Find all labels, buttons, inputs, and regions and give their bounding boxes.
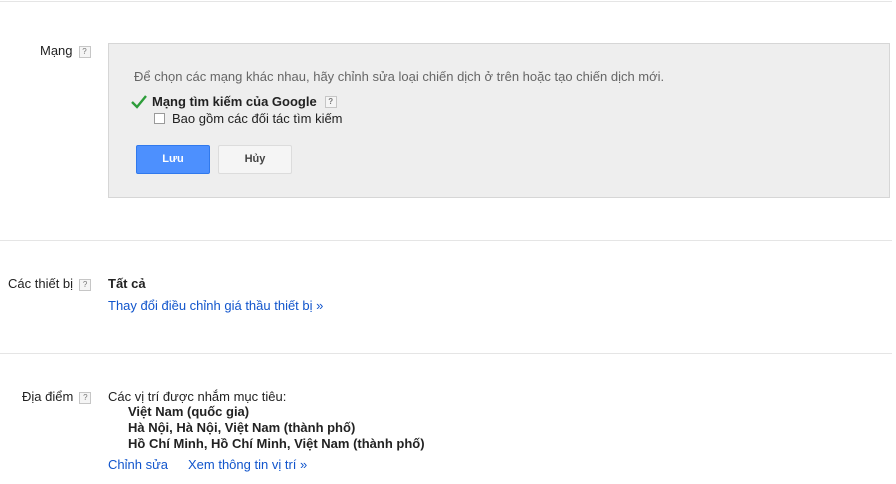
network-help-icon[interactable]: ? — [78, 45, 91, 58]
locations-label-group: Địa điểm? — [22, 389, 92, 405]
network-note: Để chọn các mạng khác nhau, hãy chỉnh sử… — [134, 69, 665, 84]
search-network-line: Mạng tìm kiếm của Google ? — [131, 94, 337, 109]
network-edit-panel: Để chọn các mạng khác nhau, hãy chỉnh sử… — [108, 43, 890, 198]
divider-devices — [0, 240, 892, 241]
edit-locations-link[interactable]: Chỉnh sửa — [108, 457, 168, 472]
search-network-help-icon[interactable]: ? — [324, 95, 337, 108]
targeted-locations-heading: Các vị trí được nhắm mục tiêu: — [108, 389, 287, 404]
devices-label-group: Các thiết bị? — [8, 276, 92, 292]
search-network-label: Mạng tìm kiếm của Google — [152, 94, 317, 109]
view-location-info-link[interactable]: Xem thông tin vị trí » — [188, 457, 307, 472]
network-label: Mạng — [40, 43, 73, 58]
location-item: Hồ Chí Minh, Hồ Chí Minh, Việt Nam (thàn… — [128, 436, 425, 451]
network-label-group: Mạng? — [40, 43, 91, 59]
devices-help-icon[interactable]: ? — [79, 278, 92, 291]
location-item: Hà Nội, Hà Nội, Việt Nam (thành phố) — [128, 420, 356, 435]
search-partners-label: Bao gồm các đối tác tìm kiếm — [172, 111, 343, 126]
search-partners-checkbox[interactable] — [154, 113, 165, 124]
search-partners-option[interactable]: Bao gồm các đối tác tìm kiếm — [154, 111, 343, 126]
devices-value: Tất cả — [108, 276, 146, 291]
change-device-bid-link[interactable]: Thay đổi điều chỉnh giá thầu thiết bị » — [108, 298, 323, 313]
top-divider — [0, 1, 892, 2]
cancel-button[interactable]: Hủy — [218, 145, 292, 174]
campaign-settings-page: Mạng? Để chọn các mạng khác nhau, hãy ch… — [0, 0, 896, 484]
save-button[interactable]: Lưu — [136, 145, 210, 174]
locations-label: Địa điểm — [22, 389, 74, 404]
location-item: Việt Nam (quốc gia) — [128, 404, 250, 419]
checkmark-icon — [131, 94, 147, 109]
locations-help-icon[interactable]: ? — [79, 391, 92, 404]
divider-locations — [0, 353, 892, 354]
devices-label: Các thiết bị — [8, 276, 74, 291]
